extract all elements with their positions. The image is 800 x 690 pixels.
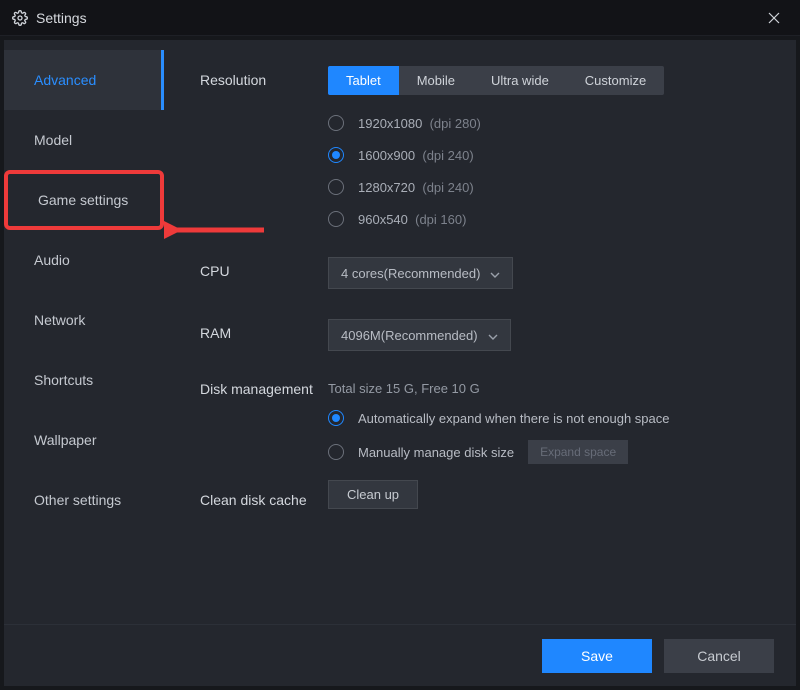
gear-icon xyxy=(12,10,28,26)
resolution-option[interactable]: 1600x900 (dpi 240) xyxy=(328,147,766,163)
disk-auto-label: Automatically expand when there is not e… xyxy=(358,411,669,426)
resolution-option[interactable]: 1920x1080 (dpi 280) xyxy=(328,115,766,131)
expand-space-button: Expand space xyxy=(528,440,628,464)
sidebar-item-advanced[interactable]: Advanced xyxy=(4,50,164,110)
disk-label: Disk management xyxy=(200,381,328,397)
radio-icon xyxy=(328,444,344,460)
cpu-label: CPU xyxy=(200,257,328,279)
clean-row: Clean disk cache Clean up xyxy=(200,486,766,508)
disk-manual-option[interactable]: Manually manage disk size Expand space xyxy=(328,440,766,464)
tab-mobile[interactable]: Mobile xyxy=(399,66,473,95)
disk-manual-label: Manually manage disk size xyxy=(358,445,514,460)
footer: Save Cancel xyxy=(4,624,796,686)
clean-up-button[interactable]: Clean up xyxy=(328,480,418,509)
sidebar-item-label: Model xyxy=(34,132,72,148)
resolution-controls: Tablet Mobile Ultra wide Customize 1920x… xyxy=(328,66,766,227)
radio-icon xyxy=(328,115,344,131)
chevron-down-icon xyxy=(490,266,500,281)
chevron-down-icon xyxy=(488,328,498,343)
window-title: Settings xyxy=(36,10,87,26)
sidebar-item-shortcuts[interactable]: Shortcuts xyxy=(4,350,164,410)
cpu-row: CPU 4 cores(Recommended) xyxy=(200,257,766,289)
sidebar-item-audio[interactable]: Audio xyxy=(4,230,164,290)
resolution-tabs: Tablet Mobile Ultra wide Customize xyxy=(328,66,664,95)
tab-tablet[interactable]: Tablet xyxy=(328,66,399,95)
sidebar-item-model[interactable]: Model xyxy=(4,110,164,170)
resolution-label: Resolution xyxy=(200,66,328,88)
sidebar-item-label: Wallpaper xyxy=(34,432,97,448)
sidebar-item-label: Audio xyxy=(34,252,70,268)
resolution-option[interactable]: 960x540 (dpi 160) xyxy=(328,211,766,227)
radio-icon xyxy=(328,410,344,426)
cpu-selected: 4 cores(Recommended) xyxy=(341,266,480,281)
content: Resolution Tablet Mobile Ultra wide Cust… xyxy=(164,40,796,624)
disk-row: Disk management Total size 15 G, Free 10… xyxy=(200,381,766,464)
resolution-row: Resolution Tablet Mobile Ultra wide Cust… xyxy=(200,66,766,227)
sidebar-item-other[interactable]: Other settings xyxy=(4,470,164,530)
disk-info: Total size 15 G, Free 10 G xyxy=(328,381,766,396)
disk-auto-option[interactable]: Automatically expand when there is not e… xyxy=(328,410,766,426)
sidebar-item-network[interactable]: Network xyxy=(4,290,164,350)
save-button[interactable]: Save xyxy=(542,639,652,673)
body: Advanced Model Game settings Audio Netwo… xyxy=(4,40,796,624)
close-icon xyxy=(768,12,780,24)
sidebar-item-label: Advanced xyxy=(34,72,96,88)
radio-icon xyxy=(328,147,344,163)
cpu-select[interactable]: 4 cores(Recommended) xyxy=(328,257,513,289)
sidebar: Advanced Model Game settings Audio Netwo… xyxy=(4,40,164,624)
resolution-options: 1920x1080 (dpi 280) 1600x900 (dpi 240) 1… xyxy=(328,115,766,227)
ram-row: RAM 4096M(Recommended) xyxy=(200,319,766,351)
ram-select[interactable]: 4096M(Recommended) xyxy=(328,319,511,351)
radio-icon xyxy=(328,179,344,195)
tab-ultrawide[interactable]: Ultra wide xyxy=(473,66,567,95)
radio-icon xyxy=(328,211,344,227)
sidebar-item-label: Other settings xyxy=(34,492,121,508)
sidebar-item-label: Game settings xyxy=(38,192,128,208)
close-button[interactable] xyxy=(760,4,788,32)
ram-label: RAM xyxy=(200,319,328,341)
sidebar-item-label: Shortcuts xyxy=(34,372,93,388)
cancel-button[interactable]: Cancel xyxy=(664,639,774,673)
ram-selected: 4096M(Recommended) xyxy=(341,328,478,343)
sidebar-item-label: Network xyxy=(34,312,85,328)
sidebar-item-game-settings[interactable]: Game settings xyxy=(4,170,164,230)
titlebar: Settings xyxy=(0,0,800,36)
tab-customize[interactable]: Customize xyxy=(567,66,664,95)
sidebar-item-wallpaper[interactable]: Wallpaper xyxy=(4,410,164,470)
clean-label: Clean disk cache xyxy=(200,486,328,508)
resolution-option[interactable]: 1280x720 (dpi 240) xyxy=(328,179,766,195)
settings-window: Settings Advanced Model Game settings Au… xyxy=(0,0,800,690)
